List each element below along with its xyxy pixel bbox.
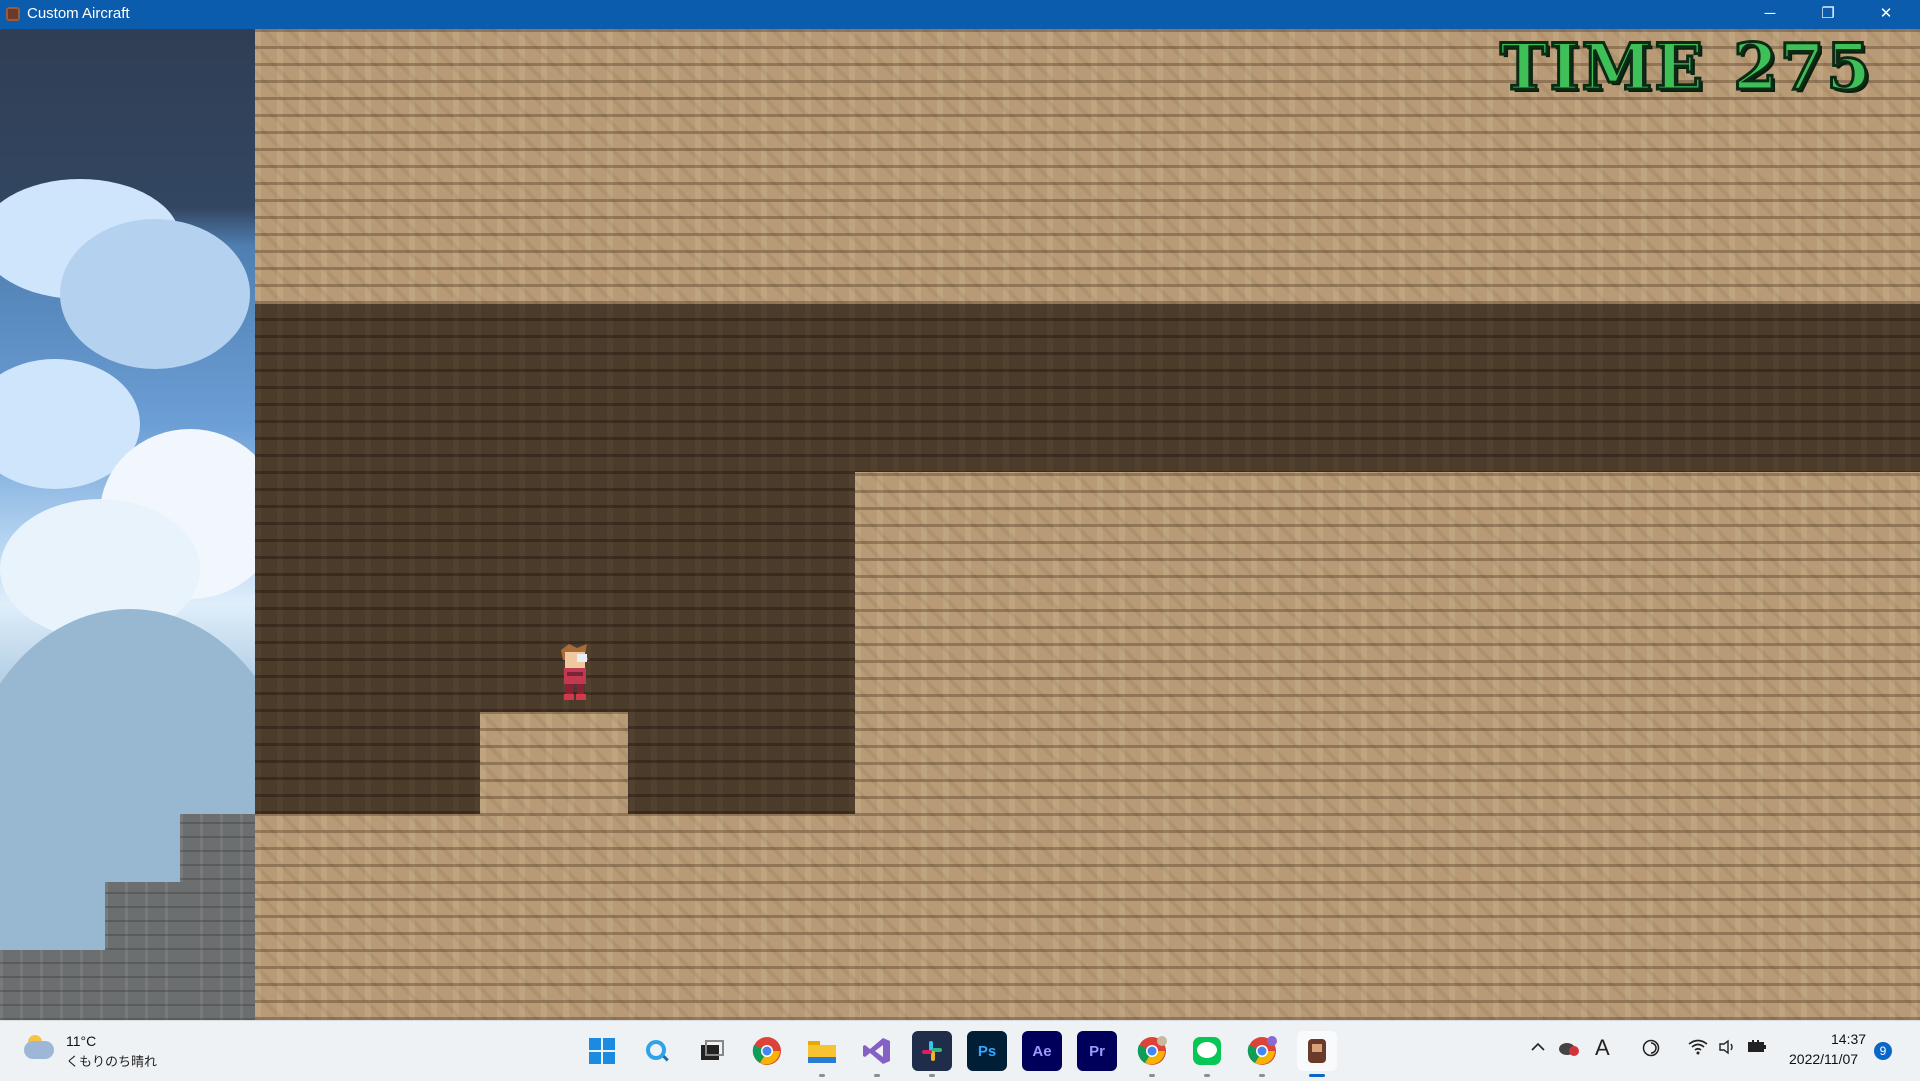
taskbar-app-premiere[interactable]: Pr [1077, 1031, 1117, 1071]
folder-icon [808, 1041, 836, 1063]
dirt-floor [255, 814, 860, 1020]
cloud [60, 219, 250, 369]
visual-studio-icon [863, 1038, 890, 1064]
running-indicator [874, 1074, 880, 1077]
taskbar-app-photoshop[interactable]: Ps [967, 1031, 1007, 1071]
battery-plug-icon [1748, 1040, 1766, 1052]
taskbar-app-file-explorer[interactable] [802, 1031, 842, 1077]
rock-step [0, 950, 110, 1020]
show-hidden-icons-button[interactable] [1530, 1039, 1546, 1060]
minimize-button[interactable]: ─ [1741, 0, 1799, 29]
dirt-pillar [480, 712, 628, 816]
notification-badge[interactable]: 9 [1874, 1042, 1892, 1060]
chevron-up-icon [1531, 1042, 1545, 1051]
network-button[interactable] [1688, 1039, 1708, 1060]
player-character [561, 644, 589, 700]
chrome-icon [1137, 1036, 1167, 1065]
rock-step [105, 882, 185, 1020]
chrome-icon [752, 1037, 781, 1065]
taskbar-app-visual-studio[interactable] [857, 1031, 897, 1077]
windows-logo-icon [589, 1038, 615, 1064]
taskbar-app-line[interactable] [1187, 1031, 1227, 1077]
running-indicator [1309, 1074, 1325, 1077]
weather-temperature: 11°C [66, 1033, 97, 1049]
game-viewport[interactable]: TIME 275 [0, 29, 1920, 1020]
cloud-error-icon [1559, 1043, 1579, 1056]
task-view-icon [701, 1040, 724, 1060]
running-indicator [819, 1074, 825, 1077]
taskbar-app-slack[interactable] [912, 1031, 952, 1077]
taskbar-app-chrome[interactable] [747, 1031, 787, 1071]
slack-icon [922, 1041, 942, 1061]
taskbar-app-chrome-profile-3[interactable] [1242, 1031, 1282, 1077]
clock-date[interactable]: 2022/11/07 [1789, 1051, 1858, 1067]
taskbar-app-custom-aircraft[interactable] [1297, 1031, 1337, 1077]
taskbar: 11°C くもりのち晴れ Ps Ae Pr A 14:37 2022/11/07… [0, 1020, 1920, 1081]
start-button[interactable] [582, 1031, 622, 1071]
app-icon [6, 7, 20, 21]
running-indicator [1149, 1074, 1155, 1077]
close-button[interactable]: ✕ [1857, 0, 1915, 29]
taskbar-app-chrome-profile-2[interactable] [1132, 1031, 1172, 1077]
search-icon [646, 1040, 669, 1062]
rock-step [180, 814, 256, 1020]
weather-description: くもりのち晴れ [66, 1054, 158, 1069]
line-icon [1193, 1037, 1221, 1065]
taskbar-app-after-effects[interactable]: Ae [1022, 1031, 1062, 1071]
clock-time[interactable]: 14:37 [1831, 1031, 1866, 1047]
running-indicator [1204, 1074, 1210, 1077]
chrome-icon [1247, 1036, 1277, 1065]
custom-aircraft-icon [1308, 1039, 1326, 1063]
maximize-button[interactable]: ❐ [1799, 0, 1857, 29]
window-titlebar: Custom Aircraft ─ ❐ ✕ [0, 0, 1920, 29]
focus-assist-button[interactable] [1642, 1039, 1660, 1062]
task-view-button[interactable] [692, 1031, 732, 1071]
weather-widget[interactable]: 11°C くもりのち晴れ [24, 1031, 184, 1071]
sync-status-button[interactable] [1558, 1039, 1580, 1062]
time-hud: TIME 275 [1498, 29, 1873, 106]
dirt-wall [855, 472, 1920, 1020]
volume-button[interactable] [1718, 1039, 1736, 1060]
window-title: Custom Aircraft [27, 5, 130, 22]
time-value: 275 [1732, 29, 1873, 106]
wifi-icon [1688, 1039, 1708, 1055]
cloud-icon [24, 1041, 54, 1059]
running-indicator [1259, 1074, 1265, 1077]
running-indicator [929, 1074, 935, 1077]
speaker-icon [1719, 1039, 1733, 1055]
time-label: TIME [1498, 29, 1706, 106]
battery-button[interactable] [1746, 1039, 1768, 1060]
search-button[interactable] [637, 1031, 677, 1071]
ime-mode-indicator[interactable]: A [1595, 1035, 1610, 1061]
moon-icon [1642, 1039, 1660, 1057]
